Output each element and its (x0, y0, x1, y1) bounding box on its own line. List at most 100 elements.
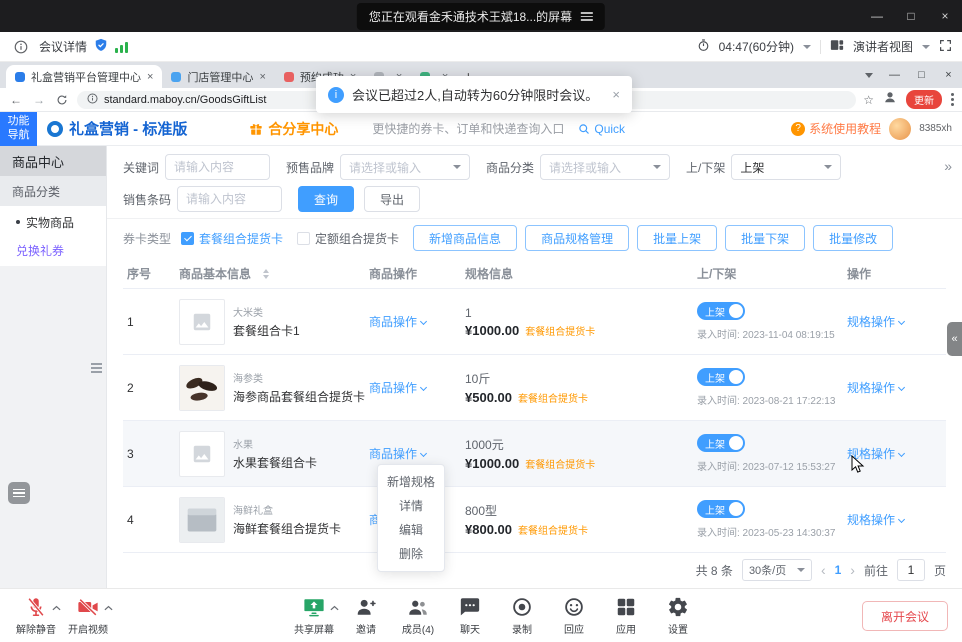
price: ¥800.00 (465, 522, 512, 537)
shelf-toggle[interactable]: 上架 (697, 500, 745, 518)
spec-manage-button[interactable]: 商品规格管理 (525, 225, 629, 251)
spec-value: 1 (465, 306, 697, 320)
spec-op-link[interactable]: 规格操作 (847, 381, 904, 395)
collapse-panel-icon[interactable]: » (944, 158, 952, 174)
minimize-button[interactable]: — (860, 0, 894, 32)
fullscreen-icon[interactable] (939, 39, 952, 55)
tab-close-icon[interactable]: × (259, 71, 265, 83)
help-link[interactable]: ? 系统使用教程 (791, 120, 881, 137)
shelf-toggle[interactable]: 上架 (697, 434, 745, 452)
sidebar-item-gift-voucher[interactable]: 兑换礼券 (0, 236, 106, 264)
browser-minimize-button[interactable]: — (881, 62, 908, 88)
refresh-icon[interactable] (54, 92, 70, 108)
floating-list-button[interactable] (8, 482, 30, 504)
sidebar-title[interactable]: 商品中心 (0, 146, 106, 176)
bookmark-star-icon[interactable]: ☆ (863, 93, 874, 107)
menu-item-detail[interactable]: 详情 (378, 494, 444, 518)
start-video-button[interactable]: 开启视频 (62, 596, 114, 636)
window-controls: — □ × (860, 0, 962, 32)
product-op-link[interactable]: 商品操作 (369, 447, 426, 461)
invite-button[interactable]: 邀请 (340, 596, 392, 636)
tab-label: 门店管理中心 (187, 69, 253, 85)
spec-op-link[interactable]: 规格操作 (847, 315, 904, 329)
browser-menu-icon[interactable] (951, 93, 954, 106)
timer-dropdown-caret-icon[interactable] (803, 45, 811, 49)
menu-item-delete[interactable]: 删除 (378, 542, 444, 566)
back-icon[interactable]: ← (8, 92, 24, 108)
current-page[interactable]: 1 (835, 563, 842, 577)
record-button[interactable]: 录制 (496, 596, 548, 636)
maximize-button[interactable]: □ (894, 0, 928, 32)
share-options-chevron-icon[interactable] (330, 603, 339, 614)
chat-button[interactable]: 聊天 (444, 596, 496, 636)
goto-page-input[interactable] (897, 559, 925, 581)
sidebar-item-physical-goods[interactable]: 实物商品 (0, 208, 106, 236)
sort-icon[interactable] (263, 269, 269, 279)
checkbox-fixed-card[interactable]: 定额组合提货卡 (297, 230, 399, 247)
browser-tab[interactable]: 门店管理中心 × (162, 65, 274, 88)
members-button[interactable]: 成员(4) (392, 596, 444, 636)
shelf-toggle[interactable]: 上架 (697, 302, 745, 320)
product-op-link[interactable]: 商品操作 (369, 381, 426, 395)
browser-tab-active[interactable]: 礼盒营销平台管理中心 × (6, 65, 162, 88)
view-layout-icon (830, 38, 844, 55)
security-shield-icon[interactable] (94, 38, 108, 55)
tab-search-icon[interactable] (865, 73, 873, 78)
apps-button[interactable]: 应用 (600, 596, 652, 636)
browser-close-button[interactable]: × (935, 62, 962, 88)
settings-button[interactable]: 设置 (652, 596, 704, 636)
network-signal-icon[interactable] (115, 41, 128, 53)
barcode-input[interactable] (177, 186, 282, 212)
panel-expand-handle[interactable]: « (947, 322, 962, 356)
app-header: 功能 导航 礼盒营销 - 标准版 合分享中心 更快捷的券卡、订单和快递查询入口 … (0, 112, 962, 146)
hamburger-icon[interactable] (581, 12, 593, 21)
menu-item-add-spec[interactable]: 新增规格 (378, 470, 444, 494)
close-button[interactable]: × (928, 0, 962, 32)
search-button[interactable]: 查询 (298, 186, 354, 212)
camera-off-icon (77, 596, 99, 618)
menu-item-edit[interactable]: 编辑 (378, 518, 444, 542)
notification-close-icon[interactable]: × (612, 87, 620, 102)
product-op-link[interactable]: 商品操作 (369, 315, 426, 329)
add-product-button[interactable]: 新增商品信息 (413, 225, 517, 251)
leave-meeting-button[interactable]: 离开会议 (862, 601, 948, 631)
next-page-button[interactable]: › (850, 562, 855, 578)
page-size-select[interactable]: 30条/页 (742, 559, 812, 581)
camera-options-chevron-icon[interactable] (104, 603, 113, 614)
pagination: 共 8 条 30条/页 ‹ 1 › 前往 页 (123, 559, 946, 581)
unmute-button[interactable]: 解除静音 (10, 596, 62, 636)
quick-search-link[interactable]: Quick (578, 122, 625, 136)
mic-options-chevron-icon[interactable] (52, 603, 61, 614)
checkbox-package-card[interactable]: 套餐组合提货卡 (181, 230, 283, 247)
view-dropdown-caret-icon[interactable] (922, 45, 930, 49)
spec-op-link[interactable]: 规格操作 (847, 513, 904, 527)
share-center-link[interactable]: 合分享中心 (249, 119, 338, 139)
forward-icon[interactable]: → (31, 92, 47, 108)
batch-edit-button[interactable]: 批量修改 (813, 225, 893, 251)
shelf-select[interactable]: 上架 (731, 154, 841, 180)
batch-offshelf-button[interactable]: 批量下架 (725, 225, 805, 251)
sidebar-group-product-category[interactable]: 商品分类 (0, 176, 106, 206)
site-info-icon[interactable] (87, 93, 98, 107)
keyword-input[interactable] (165, 154, 270, 180)
sidebar-collapse-icon[interactable] (91, 363, 102, 373)
browser-maximize-button[interactable]: □ (908, 62, 935, 88)
brand-select[interactable]: 请选择或输入 (340, 154, 470, 180)
table-row: 2 海参类 海参商品套餐组合提货卡 商品操作 10斤 ¥500.00 套餐组合提… (123, 355, 946, 421)
batch-onshelf-button[interactable]: 批量上架 (637, 225, 717, 251)
product-category: 大米类 (233, 304, 300, 319)
browser-update-badge[interactable]: 更新 (906, 90, 942, 109)
category-select[interactable]: 请选择或输入 (540, 154, 670, 180)
share-screen-button[interactable]: 共享屏幕 (288, 596, 340, 636)
avatar[interactable] (889, 118, 911, 140)
view-mode-label[interactable]: 演讲者视图 (853, 38, 913, 55)
shelf-toggle[interactable]: 上架 (697, 368, 745, 386)
export-button[interactable]: 导出 (364, 186, 420, 212)
prev-page-button[interactable]: ‹ (821, 562, 826, 578)
function-nav-button[interactable]: 功能 导航 (0, 112, 37, 146)
profile-icon[interactable] (883, 90, 897, 109)
meeting-detail-label[interactable]: 会议详情 (39, 38, 87, 55)
meeting-info-icon[interactable] (10, 36, 32, 58)
reactions-button[interactable]: 回应 (548, 596, 600, 636)
tab-close-icon[interactable]: × (147, 71, 153, 83)
